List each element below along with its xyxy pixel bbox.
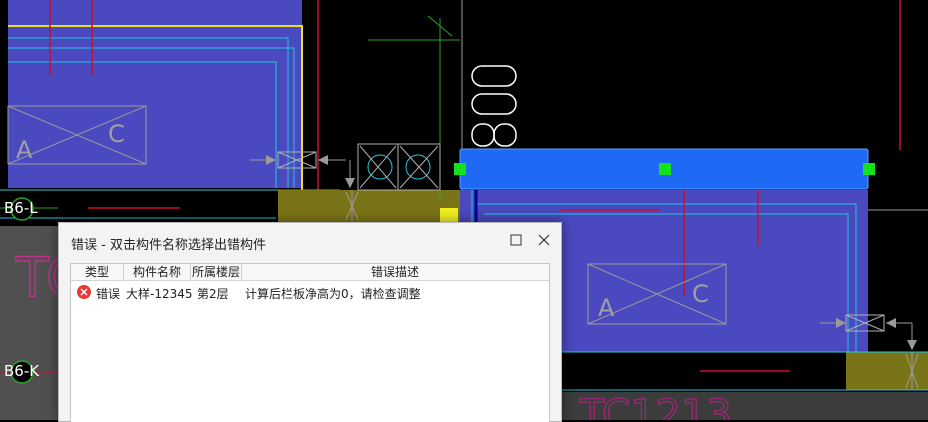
error-table[interactable]: 类型 构件名称 所属楼层 错误描述 错误 大样-12345 第2层 计算后栏板净… xyxy=(70,263,550,422)
maximize-button[interactable] xyxy=(505,229,527,251)
grip-handle[interactable] xyxy=(454,163,466,175)
column-header-description[interactable]: 错误描述 xyxy=(242,264,548,280)
grip-handle[interactable] xyxy=(659,163,671,175)
table-header: 类型 构件名称 所属楼层 错误描述 xyxy=(71,264,549,281)
column-circle xyxy=(367,154,393,180)
row-floor: 第2层 xyxy=(197,287,229,301)
column-header-type[interactable]: 类型 xyxy=(71,264,124,280)
row-description: 计算后栏板净高为0，请检查调整 xyxy=(245,287,421,301)
maximize-icon xyxy=(510,234,522,246)
beam-text-a: A xyxy=(598,294,615,322)
rebar-symbol xyxy=(493,123,517,147)
column-symbol-box xyxy=(357,143,441,191)
beam-text-c: C xyxy=(692,280,709,308)
arrow-head xyxy=(345,178,355,188)
arrow-head xyxy=(907,340,917,350)
row-component-name[interactable]: 大样-12345 xyxy=(126,285,193,302)
olive-beam[interactable] xyxy=(846,352,928,390)
close-button[interactable] xyxy=(533,229,555,251)
close-icon xyxy=(538,234,550,246)
rebar-symbol xyxy=(471,123,495,147)
beam-text-c: C xyxy=(108,120,125,148)
axis-label-b6-l: B6-L xyxy=(4,199,38,217)
arrow-head xyxy=(886,318,896,328)
row-type: 错误 xyxy=(96,287,121,301)
column-header-name[interactable]: 构件名称 xyxy=(124,264,191,280)
dialog-title: 错误 - 双击构件名称选择出错构件 xyxy=(71,238,266,253)
magenta-ghost-text: TC1213 xyxy=(579,392,732,420)
yellow-marker xyxy=(440,208,458,222)
axis-label-b6-k: B6-K xyxy=(4,362,40,380)
column-header-floor[interactable]: 所属楼层 xyxy=(191,264,242,280)
table-row[interactable]: 错误 大样-12345 第2层 计算后栏板净高为0，请检查调整 xyxy=(71,282,549,304)
rebar-symbol xyxy=(471,65,517,87)
error-dialog[interactable]: 错误 - 双击构件名称选择出错构件 类型 构件名称 所属楼层 错误描述 错误 大… xyxy=(58,222,562,422)
beam-text-a: A xyxy=(16,136,33,164)
error-icon xyxy=(77,285,91,299)
grip-handle[interactable] xyxy=(863,163,875,175)
rebar-symbol xyxy=(471,93,517,115)
arrow-head xyxy=(318,155,328,165)
